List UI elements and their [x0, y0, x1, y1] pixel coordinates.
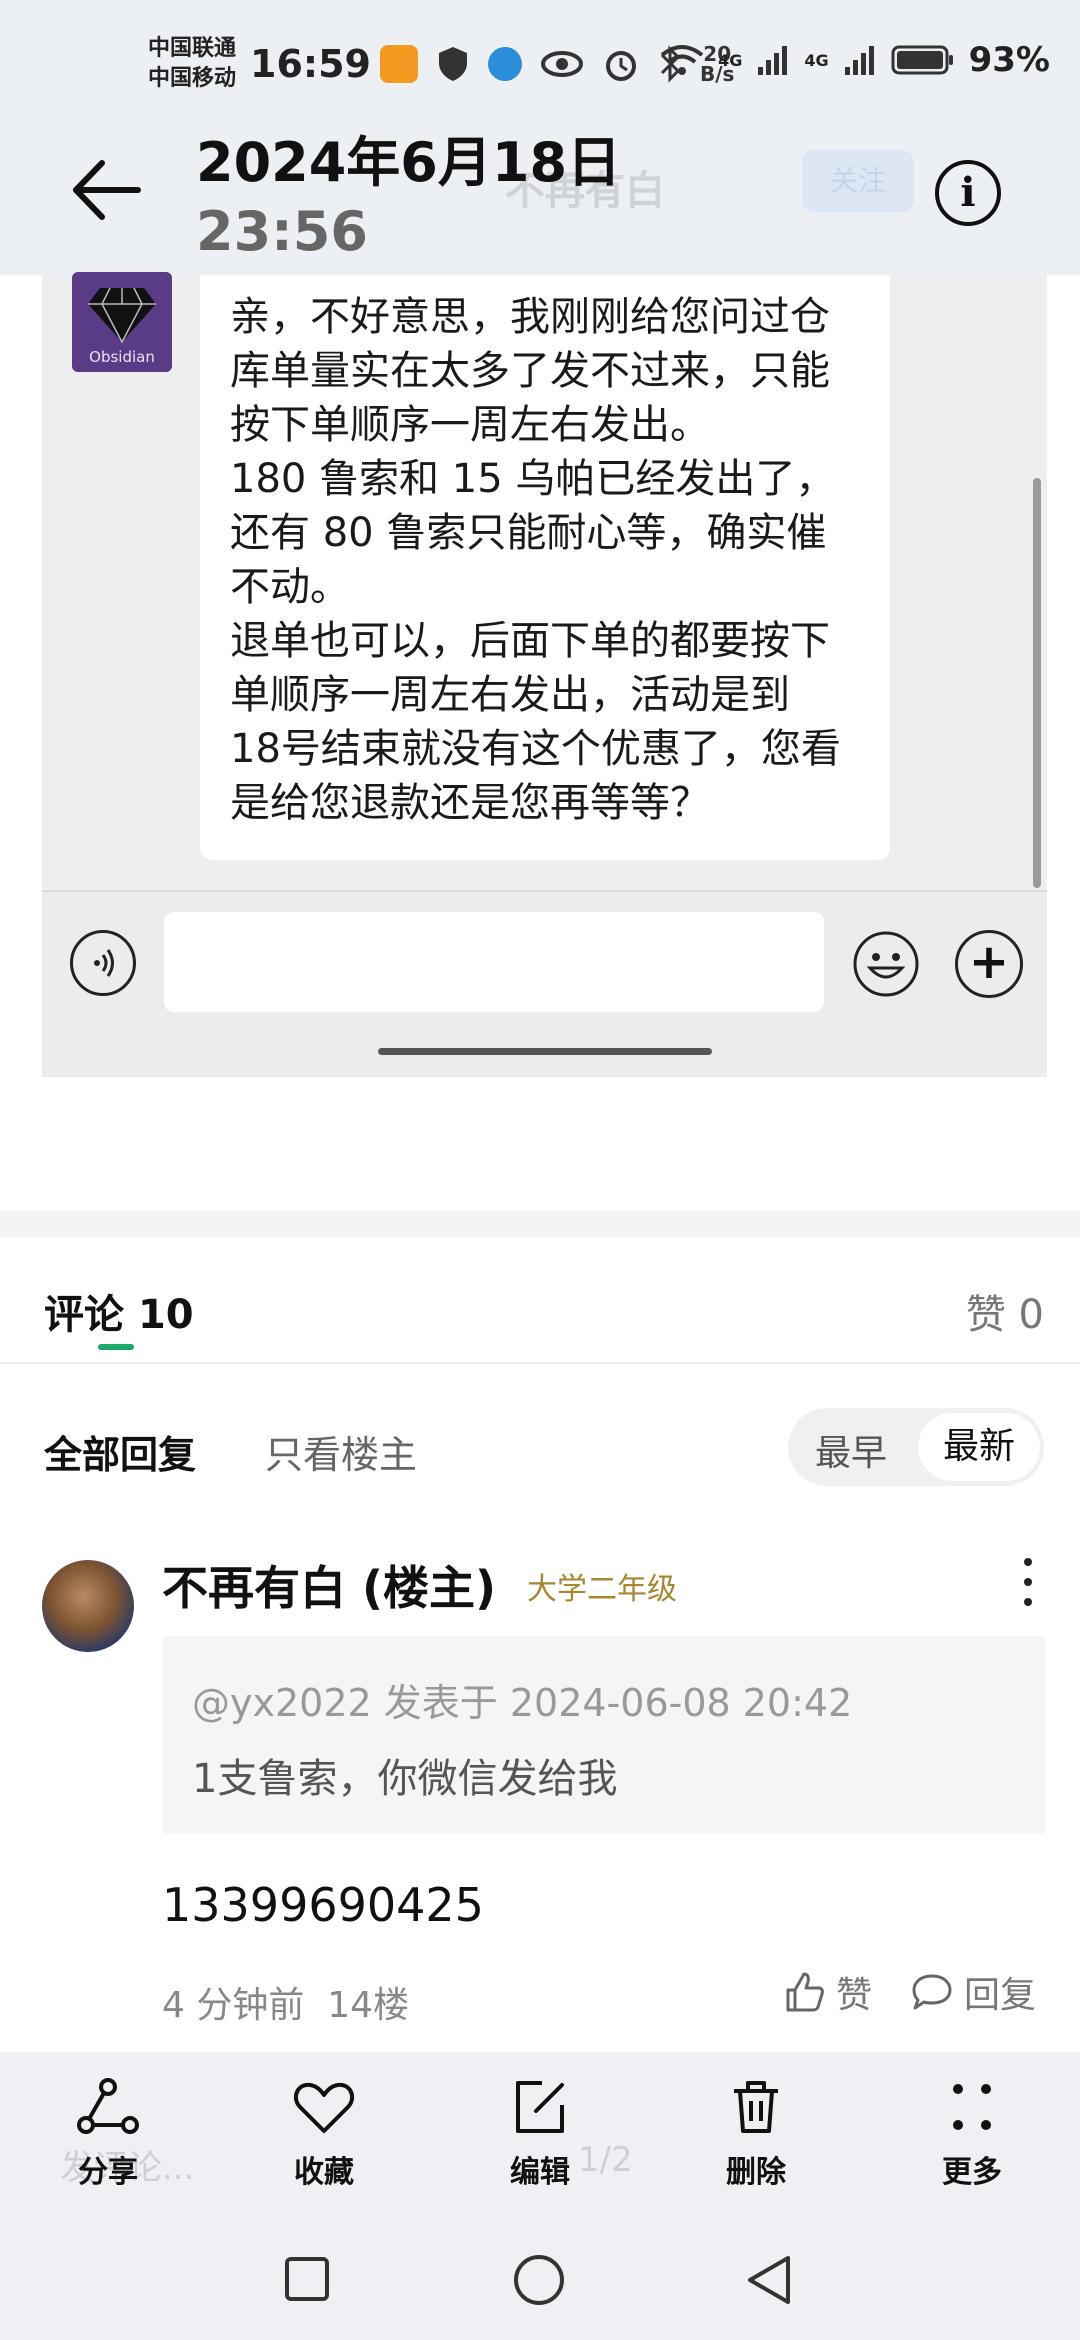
- info-icon[interactable]: i: [935, 160, 1001, 226]
- quote-text: 1支鲁索，你微信发给我: [192, 1756, 618, 1802]
- user-level-badge: 大学二年级: [527, 1572, 677, 1607]
- app-notification-icon: [380, 45, 418, 83]
- tab-comments-count: 10: [137, 1292, 194, 1338]
- comment-time-floor: 4 分钟前 14楼: [162, 1985, 410, 2026]
- avatar[interactable]: [42, 1560, 134, 1652]
- trash-icon: [734, 2081, 778, 2133]
- battery-icon: [891, 45, 953, 75]
- like-label: 赞: [836, 1975, 873, 2016]
- signal-label-2: 4G: [804, 50, 829, 70]
- more-vertical-icon[interactable]: [1022, 1554, 1034, 1610]
- comment-bubble-icon: [912, 1974, 952, 2010]
- follow-button[interactable]: 关注: [802, 150, 914, 212]
- status-time: 16:59: [250, 42, 371, 86]
- signal-icon: [758, 46, 788, 75]
- tab-likes-label: 赞: [965, 1292, 1006, 1338]
- signal-icon: [844, 46, 874, 75]
- sort-earliest[interactable]: 最早: [815, 1424, 887, 1476]
- tab-active-indicator: [98, 1344, 134, 1350]
- like-button[interactable]: 赞: [782, 1966, 872, 2018]
- tab-comments[interactable]: 评论 10: [44, 1282, 194, 1340]
- share-button[interactable]: 分享: [38, 2075, 178, 2191]
- share-icon: [77, 2078, 139, 2134]
- status-right: 4G 4G 93%: [660, 40, 1050, 80]
- avatar-caption: Obsidian: [89, 348, 155, 366]
- divider: [0, 1362, 1080, 1364]
- signal-label-1: 4G: [718, 50, 743, 70]
- tab-likes[interactable]: 赞 0: [966, 1282, 1044, 1340]
- recents-square-icon[interactable]: [284, 2256, 330, 2302]
- comment-body: 13399690425: [162, 1878, 484, 1932]
- collect-label: 收藏: [294, 2155, 354, 2190]
- thumbs-up-icon: [786, 1972, 824, 2012]
- filter-all-replies[interactable]: 全部回复: [44, 1424, 196, 1479]
- header-date: 2024年6月18日: [196, 131, 622, 194]
- message-text: 亲，不好意思，我刚刚给您问过仓 库单量实在太多了发不过来，只能 按下单顺序一周左…: [230, 294, 841, 826]
- delete-button[interactable]: 删除: [686, 2075, 826, 2191]
- tab-comments-label: 评论: [44, 1292, 124, 1338]
- more-dots-icon: [953, 2084, 991, 2130]
- wifi-icon: [660, 45, 704, 75]
- collect-button[interactable]: 收藏: [254, 2075, 394, 2191]
- more-label: 更多: [942, 2155, 1002, 2190]
- home-circle-icon[interactable]: [512, 2253, 566, 2307]
- battery-percent: 93%: [968, 40, 1050, 80]
- edit-icon: [516, 2081, 564, 2133]
- comment-author[interactable]: 不再有白 (楼主): [162, 1552, 496, 1618]
- quote-meta: @yx2022 发表于 2024-06-08 20:42: [192, 1681, 853, 1725]
- carrier-1: 中国联通: [148, 36, 237, 61]
- plus-icon[interactable]: +: [955, 930, 1023, 998]
- alarm-icon: [606, 51, 636, 81]
- home-indicator: [378, 1048, 712, 1055]
- diamond-icon: [88, 287, 156, 344]
- edit-label: 编辑: [510, 2155, 570, 2190]
- tab-likes-count: 0: [1018, 1292, 1044, 1338]
- more-button[interactable]: 更多: [902, 2075, 1042, 2191]
- reply-button[interactable]: 回复: [910, 1966, 1036, 2018]
- carrier-labels: 中国联通 中国移动: [148, 34, 236, 94]
- voice-icon[interactable]: [70, 930, 136, 996]
- shop-avatar: Obsidian: [72, 272, 172, 372]
- header-time: 23:56: [196, 200, 368, 263]
- delete-label: 删除: [726, 2155, 786, 2190]
- section-divider: [0, 1210, 1080, 1238]
- reply-label: 回复: [964, 1975, 1037, 2016]
- shield-icon: [439, 47, 467, 81]
- quoted-comment[interactable]: [162, 1636, 1046, 1834]
- edit-button[interactable]: 编辑: [470, 2075, 610, 2191]
- emoji-icon[interactable]: [852, 930, 920, 998]
- sort-newest[interactable]: 最新: [918, 1413, 1040, 1481]
- carrier-2: 中国移动: [148, 66, 237, 91]
- vpn-icon: [488, 47, 522, 81]
- back-arrow-icon[interactable]: [60, 145, 150, 235]
- share-label: 分享: [78, 2155, 138, 2190]
- heart-icon: [293, 2082, 355, 2133]
- filter-op-only[interactable]: 只看楼主: [265, 1424, 417, 1479]
- back-triangle-icon[interactable]: [744, 2252, 794, 2308]
- chat-scrollbar[interactable]: [1033, 478, 1041, 888]
- eye-icon: [541, 51, 583, 77]
- chat-text-input[interactable]: [164, 912, 824, 1012]
